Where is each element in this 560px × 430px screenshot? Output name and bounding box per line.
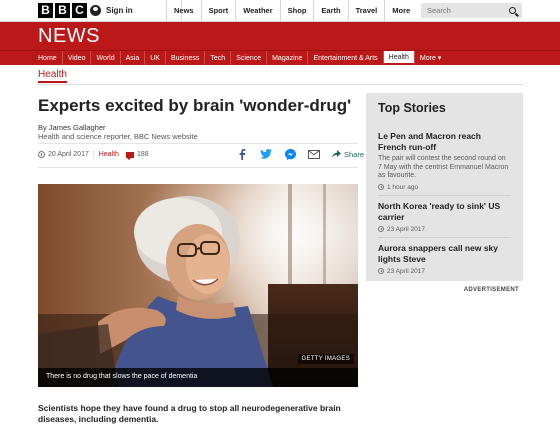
twitter-icon[interactable] (260, 148, 272, 160)
user-icon (90, 5, 101, 16)
news-logo[interactable]: NEWS (38, 25, 100, 48)
nav-shop[interactable]: Shop (279, 0, 314, 21)
clock-icon (378, 226, 384, 232)
top-story-item[interactable]: Aurora snappers call new sky lights Stev… (378, 243, 511, 279)
share-tools: Share (236, 148, 364, 160)
logo-letter: C (72, 3, 87, 18)
nav-news[interactable]: News (166, 0, 201, 21)
top-story-time-label: 23 April 2017 (387, 267, 425, 275)
subnav-entertainment[interactable]: Entertainment & Arts (307, 51, 382, 65)
bbc-logo[interactable]: B B C (38, 3, 87, 18)
divider (38, 84, 523, 85)
subnav-business[interactable]: Business (164, 51, 204, 65)
article-section-link[interactable]: Health (99, 151, 119, 158)
top-stories-heading: Top Stories (378, 101, 446, 115)
subnav-health[interactable]: Health (382, 51, 414, 65)
section-label[interactable]: Health (38, 69, 67, 83)
nav-more-label: More (392, 6, 411, 15)
top-stories-panel: Top Stories Le Pen and Macron reach Fren… (366, 93, 523, 281)
byline-role: Health and science reporter, BBC News we… (38, 132, 198, 141)
meta-separator: | (92, 151, 95, 158)
hero-image: GETTY IMAGES There is no drug that slows… (38, 184, 358, 387)
share-label: Share (344, 149, 365, 159)
top-story-time-label: 1 hour ago (387, 183, 419, 191)
nav-earth[interactable]: Earth (313, 0, 347, 21)
news-subnav: Home Video World Asia UK Business Tech S… (0, 50, 560, 65)
comment-count[interactable]: 188 (137, 151, 149, 158)
global-header: B B C Sign in News Sport Weather Shop Ea… (0, 0, 560, 22)
subnav-home[interactable]: Home (33, 51, 62, 65)
subnav-science[interactable]: Science (230, 51, 266, 65)
search-icon[interactable] (509, 7, 516, 14)
top-story-item[interactable]: Le Pen and Macron reach French run-off T… (378, 131, 511, 196)
nav-weather[interactable]: Weather (235, 0, 279, 21)
article-intro: Scientists hope they have found a drug t… (38, 403, 341, 424)
search-input[interactable] (421, 6, 505, 15)
image-credit: GETTY IMAGES (297, 354, 354, 364)
divider (38, 143, 358, 144)
nav-sport[interactable]: Sport (200, 0, 236, 21)
byline-author: By James Gallagher (38, 123, 106, 132)
top-story-summary: The pair will contest the second round o… (378, 155, 509, 179)
nav-travel[interactable]: Travel (347, 0, 385, 21)
advertisement-label: ADVERTISEMENT (463, 287, 519, 293)
global-nav: News Sport Weather Shop Earth Travel Mor… (166, 0, 437, 21)
image-caption: There is no drug that slows the pace of … (38, 368, 358, 387)
logo-letter: B (55, 3, 70, 18)
share-icon (332, 149, 341, 158)
clock-icon (378, 184, 384, 190)
top-story-item[interactable]: North Korea 'ready to sink' US carrier 2… (378, 201, 511, 238)
facebook-icon[interactable] (236, 148, 248, 160)
top-story-title[interactable]: Le Pen and Macron reach French run-off (378, 131, 511, 153)
article-headline: Experts excited by brain 'wonder-drug' (38, 96, 352, 115)
subnav-tech[interactable]: Tech (204, 51, 230, 65)
top-story-time-label: 23 April 2017 (387, 225, 425, 233)
clock-icon (38, 151, 45, 158)
top-story-title[interactable]: North Korea 'ready to sink' US carrier (378, 201, 511, 223)
search-box[interactable] (421, 3, 522, 18)
divider (38, 167, 358, 168)
subnav-magazine[interactable]: Magazine (266, 51, 307, 65)
article-date: 20 April 2017 (48, 151, 89, 158)
logo-letter: B (38, 3, 53, 18)
signin-label: Sign in (106, 6, 133, 15)
news-brand-band: NEWS (0, 22, 560, 50)
top-story-time: 23 April 2017 (378, 226, 511, 233)
comment-icon[interactable] (125, 151, 134, 160)
clock-icon (378, 268, 384, 274)
subnav-world[interactable]: World (90, 51, 119, 65)
top-story-title[interactable]: Aurora snappers call new sky lights Stev… (378, 243, 511, 265)
share-button[interactable]: Share (332, 149, 365, 159)
top-story-time: 23 April 2017 (378, 268, 511, 275)
article-meta: 20 April 2017 | Health 188 (38, 151, 149, 160)
subnav-uk[interactable]: UK (144, 51, 165, 65)
subnav-asia[interactable]: Asia (119, 51, 145, 65)
email-icon[interactable] (308, 148, 320, 160)
messenger-icon[interactable] (284, 148, 296, 160)
subnav-more[interactable]: More ▾ (413, 51, 446, 65)
top-story-time: 1 hour ago (378, 184, 511, 191)
subnav-video[interactable]: Video (61, 51, 91, 65)
